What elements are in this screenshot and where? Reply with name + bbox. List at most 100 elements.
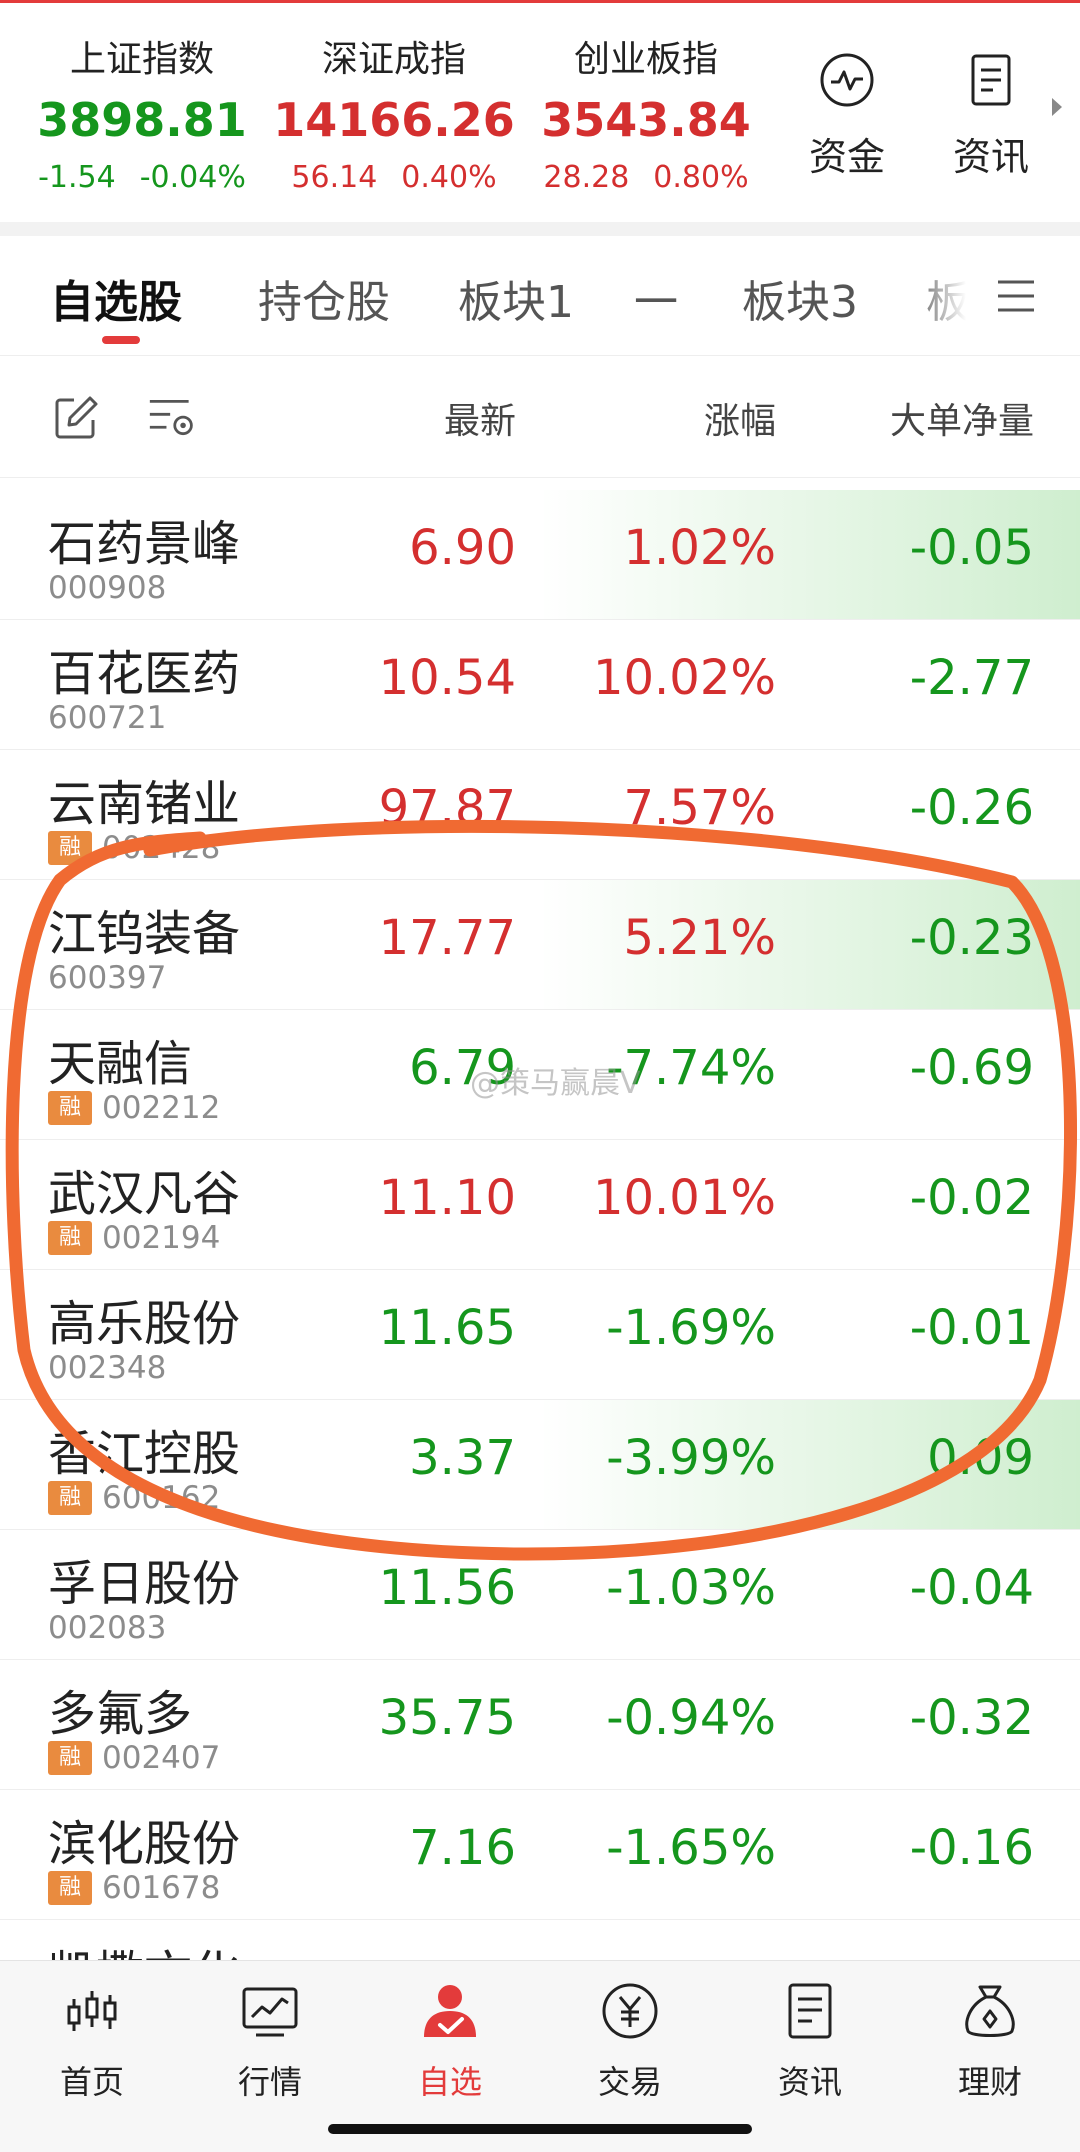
stock-code: 002428 [102, 830, 221, 866]
column-header: 最新 涨幅 大单净量 [0, 356, 1080, 478]
stock-net-volume: -0.05 [909, 520, 1034, 576]
index-value: 3898.81 [37, 93, 247, 147]
stock-net-volume: -0.23 [909, 910, 1034, 966]
section-divider [0, 222, 1080, 236]
stock-sub: 融 002212 [48, 1090, 220, 1126]
funds-label: 资金 [808, 135, 885, 179]
stock-name: 高乐股份 [48, 1296, 241, 1352]
index-change-points: 28.28 [543, 160, 630, 195]
stock-net-volume: -0.02 [909, 1170, 1034, 1226]
index-shenzhen[interactable]: 深证成指 14166.26 56.14 0.40% [264, 36, 524, 200]
stock-name: 天融信 [48, 1036, 193, 1092]
stock-change: -0.94% [606, 1690, 776, 1746]
stock-code: 002083 [48, 1610, 167, 1646]
stock-price: 6.90 [409, 520, 516, 576]
funds-button[interactable]: 资金 [792, 52, 902, 181]
stock-sub: 000908 [48, 570, 166, 606]
nav-news[interactable]: 资讯 [730, 1981, 890, 2103]
settings-list-icon[interactable] [148, 394, 196, 442]
stock-net-volume: -0.69 [909, 1040, 1034, 1096]
column-net-volume[interactable]: 大单净量 [790, 392, 1034, 444]
nav-wealth[interactable]: 理财 [910, 1981, 1070, 2103]
index-change: 28.28 0.80% [516, 156, 776, 200]
stock-code: 600721 [48, 700, 167, 736]
stock-row[interactable]: 江钨装备 600397 17.77 5.21% -0.23 [0, 880, 1080, 1010]
tab-holdings[interactable]: 持仓股 [258, 266, 390, 330]
stock-price: 10.54 [378, 650, 516, 706]
stock-row[interactable]: 云南锗业融 002428 97.87 7.57% -0.26 [0, 750, 1080, 880]
watchlist-tabs: 自选股 持仓股 板块1 一 板块3 板 [0, 236, 1080, 356]
stock-change: 10.01% [592, 1170, 776, 1226]
watermark-text: @策马赢晨V [470, 1066, 641, 1101]
stock-change: -3.99% [606, 1430, 776, 1486]
stock-row[interactable]: 武汉凡谷融 002194 11.10 10.01% -0.02 [0, 1140, 1080, 1270]
stock-code: 600397 [48, 960, 167, 996]
index-bar: 上证指数 3898.81 -1.54 -0.04% 深证成指 14166.26 5… [0, 0, 1080, 222]
stock-net-volume: -0.04 [909, 1560, 1034, 1616]
tab-watchlist[interactable]: 自选股 [50, 266, 182, 330]
stock-row[interactable]: 石药景峰 000908 6.90 1.02% -0.05 [0, 490, 1080, 620]
stock-price: 17.77 [378, 910, 516, 966]
stock-price: 35.75 [378, 1690, 516, 1746]
tab-sector-1[interactable]: 板块1 [458, 266, 574, 330]
index-name: 深证成指 [321, 39, 466, 80]
top-accent-line [0, 0, 1080, 3]
stock-net-volume: 0.09 [927, 1430, 1034, 1486]
tab-sector-3[interactable]: 板块3 [742, 266, 858, 330]
news-label: 资讯 [952, 135, 1029, 179]
stock-sub: 融 002407 [48, 1740, 220, 1776]
nav-label: 行情 [237, 2063, 302, 2101]
column-price[interactable]: 最新 [300, 392, 516, 444]
stock-row[interactable]: 凯撒文化 [0, 1920, 1080, 1960]
index-change-percent: 0.80% [653, 160, 749, 195]
candlestick-icon [67, 1991, 117, 2031]
stock-price: 7.16 [409, 1820, 516, 1876]
index-value: 14166.26 [273, 93, 515, 147]
nav-home[interactable]: 首页 [12, 1981, 172, 2103]
stock-sub: 002348 [48, 1350, 166, 1386]
index-chinext[interactable]: 创业板指 3543.84 28.28 0.80% [516, 36, 776, 200]
stock-code: 002407 [102, 1740, 221, 1776]
stock-code: 002348 [48, 1350, 167, 1386]
stock-change: -1.65% [606, 1820, 776, 1876]
stock-change: 1.02% [623, 520, 776, 576]
stock-row[interactable]: 滨化股份融 601678 7.16 -1.65% -0.16 [0, 1790, 1080, 1920]
menu-icon[interactable] [996, 278, 1036, 314]
stock-price: 3.37 [409, 1430, 516, 1486]
stock-change: -1.69% [606, 1300, 776, 1356]
tab-sector-2[interactable]: 一 [634, 266, 678, 330]
index-shanghai[interactable]: 上证指数 3898.81 -1.54 -0.04% [12, 36, 272, 200]
stock-name: 云南锗业 [48, 776, 241, 832]
margin-badge: 融 [48, 1091, 92, 1125]
column-change[interactable]: 涨幅 [540, 392, 776, 444]
stock-net-volume: -2.77 [909, 650, 1034, 706]
stock-name: 滨化股份 [48, 1816, 241, 1872]
news-button[interactable]: 资讯 [936, 52, 1046, 181]
stock-code: 000908 [48, 570, 167, 606]
stock-row[interactable]: 高乐股份 002348 11.65 -1.69% -0.01 [0, 1270, 1080, 1400]
pulse-icon [820, 53, 874, 107]
index-change-percent: 0.40% [401, 160, 497, 195]
nav-trade[interactable]: 交易 [550, 1981, 710, 2103]
stock-price: 11.56 [378, 1560, 516, 1616]
nav-watchlist[interactable]: 自选 [370, 1981, 530, 2103]
index-change: 56.14 0.40% [264, 156, 524, 200]
stock-row[interactable]: 多氟多融 002407 35.75 -0.94% -0.32 [0, 1660, 1080, 1790]
margin-badge: 融 [48, 1221, 92, 1255]
index-change-points: -1.54 [38, 160, 116, 195]
stock-name: 凯撒文化 [48, 1934, 240, 1960]
stock-row[interactable]: 孚日股份 002083 11.56 -1.03% -0.04 [0, 1530, 1080, 1660]
document-icon [971, 54, 1011, 106]
stock-row[interactable]: 香江控股融 600162 3.37 -3.99% 0.09 [0, 1400, 1080, 1530]
document-icon [788, 1983, 832, 2039]
more-arrow-icon[interactable] [1052, 98, 1062, 116]
edit-icon[interactable] [52, 394, 100, 442]
nav-market[interactable]: 行情 [190, 1981, 350, 2103]
stock-name: 江钨装备 [48, 906, 241, 962]
yen-icon [602, 1983, 658, 2039]
stock-change: -1.03% [606, 1560, 776, 1616]
stock-change: 10.02% [592, 650, 776, 706]
home-indicator [328, 2124, 752, 2134]
stock-code: 601678 [102, 1870, 221, 1906]
stock-row[interactable]: 百花医药 600721 10.54 10.02% -2.77 [0, 620, 1080, 750]
